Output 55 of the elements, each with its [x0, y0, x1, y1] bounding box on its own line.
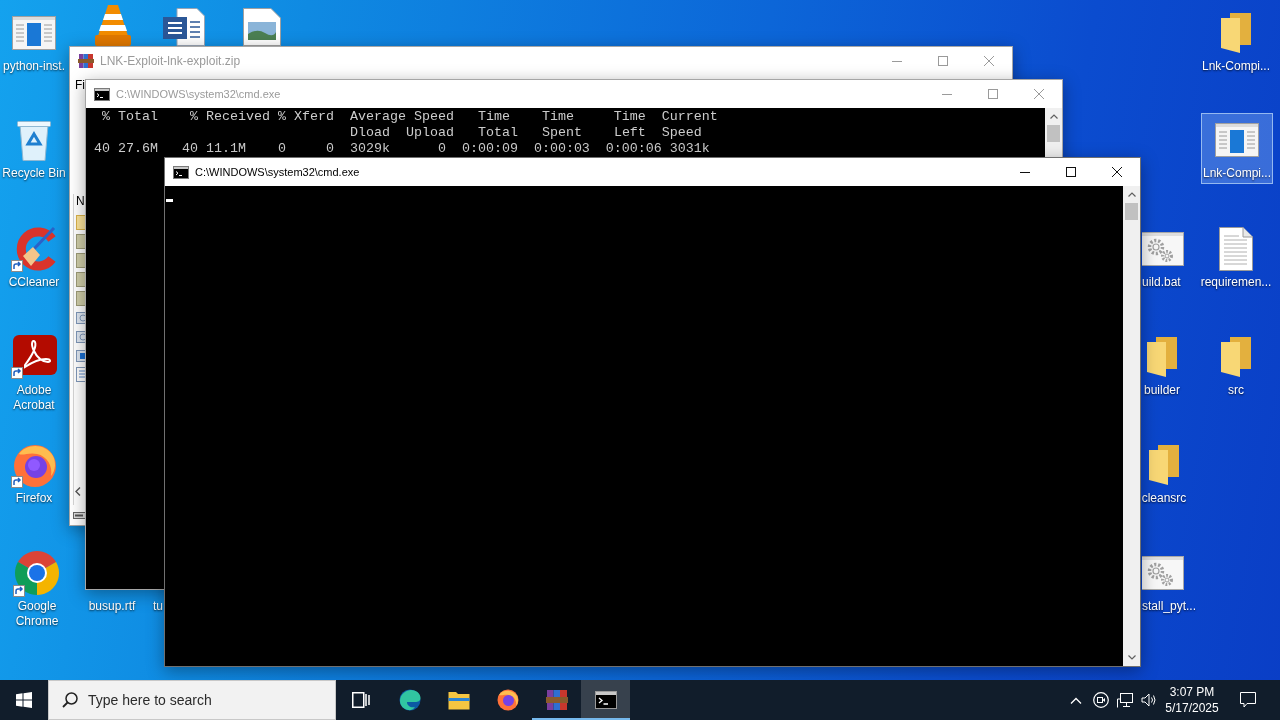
- network-icon[interactable]: [1117, 692, 1133, 708]
- traffic-cone-icon[interactable]: [95, 5, 131, 46]
- volume-icon[interactable]: [1141, 693, 1157, 707]
- close-icon[interactable]: [1112, 167, 1122, 177]
- windows-logo-icon[interactable]: [16, 692, 32, 708]
- scrollbar-thumb[interactable]: [1047, 125, 1060, 142]
- search-field[interactable]: Type here to search: [48, 680, 336, 720]
- stacked-books-icon: [78, 53, 94, 69]
- document-icon[interactable]: [163, 8, 205, 46]
- stacked-books-icon[interactable]: [545, 689, 568, 711]
- folder-icon[interactable]: [1149, 445, 1179, 485]
- desktop-icon[interactable]: Lnk-Compi...: [1199, 6, 1273, 77]
- folder-icon[interactable]: [447, 690, 470, 710]
- terminal-icon[interactable]: [594, 691, 617, 709]
- task-view-icon[interactable]: [351, 692, 370, 708]
- minimize-icon[interactable]: [1020, 171, 1030, 173]
- folder-icon[interactable]: [1221, 13, 1251, 53]
- chevron-up-icon[interactable]: [1070, 696, 1082, 704]
- desktop-icon[interactable]: src: [1199, 330, 1273, 401]
- window-title: LNK-Exploit-lnk-exploit.zip: [100, 54, 241, 68]
- console-line: 40 27.6M 40 11.1M 0 0 3029k 0 0:00:09 0:00:03 0:00:06 3031k: [94, 141, 710, 157]
- terminal-icon: [173, 165, 189, 179]
- firefox-icon[interactable]: [496, 689, 519, 711]
- desktop-icon[interactable]: Lnk-Compi...: [1201, 113, 1273, 184]
- image-file-icon[interactable]: [243, 8, 281, 46]
- desktop-icon[interactable]: cleansrc: [1141, 438, 1187, 509]
- window-title: C:\WINDOWS\system32\cmd.exe: [116, 88, 281, 100]
- notification-icon[interactable]: [1240, 692, 1256, 708]
- edge-browser-icon[interactable]: [398, 689, 421, 711]
- folder-icon[interactable]: [1221, 337, 1251, 377]
- window-title: C:\WINDOWS\system32\cmd.exe: [195, 166, 360, 178]
- menu-item[interactable]: Fi: [75, 78, 85, 92]
- taskbar-app-button[interactable]: [581, 680, 630, 720]
- search-icon[interactable]: [62, 692, 78, 708]
- drive-icon: [73, 511, 85, 519]
- column-header[interactable]: N: [76, 194, 85, 208]
- chrome-icon[interactable]: [13, 549, 61, 597]
- folder-icon[interactable]: [1147, 337, 1177, 377]
- broom-c-icon[interactable]: [11, 226, 57, 272]
- maximize-icon[interactable]: [1066, 167, 1076, 177]
- app-window-icon[interactable]: [12, 16, 56, 50]
- recycle-bin-icon[interactable]: [16, 119, 52, 161]
- console-line: % Total % Received % Xferd Average Speed Time Time Time Current: [102, 109, 718, 125]
- app-window-icon[interactable]: [1215, 123, 1259, 157]
- pdf-reader-icon[interactable]: [11, 335, 57, 379]
- clock-time: 3:07 PM: [1169, 684, 1215, 700]
- text-document-icon[interactable]: [1219, 227, 1253, 271]
- terminal-icon: [94, 87, 110, 101]
- scrollbar-thumb[interactable]: [1125, 203, 1138, 220]
- camera-icon[interactable]: [1093, 692, 1109, 708]
- console-line: Dload Upload Total Spent Left Speed: [349, 125, 702, 141]
- desktop-icon[interactable]: builder: [1141, 330, 1183, 401]
- clock-date: 5/17/2025: [1165, 700, 1219, 716]
- desktop-icon[interactable]: requiremen...: [1199, 222, 1273, 293]
- firefox-icon[interactable]: [11, 442, 57, 488]
